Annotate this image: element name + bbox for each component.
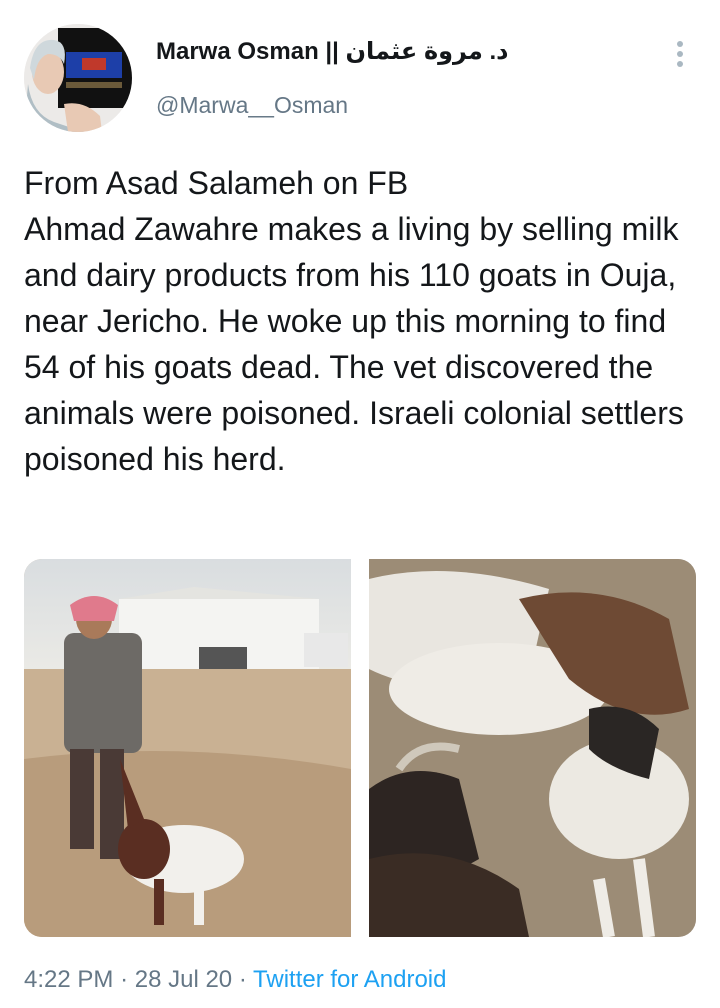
- user-info: Marwa Osman || د. مروة عثمان @Marwa__Osm…: [156, 36, 636, 120]
- more-vertical-icon: [677, 61, 683, 67]
- tweet-source-link[interactable]: Twitter for Android: [253, 966, 446, 993]
- meta-separator: ·: [120, 966, 129, 993]
- tweet-photo-dead-goats[interactable]: [369, 559, 696, 937]
- tweet-time: 4:22 PM: [24, 966, 114, 993]
- tweet-metadata: 4:22 PM · 28 Jul 20 · Twitter for Androi…: [24, 962, 446, 998]
- tweet-photo-man-with-goat[interactable]: [24, 559, 351, 937]
- more-vertical-icon: [677, 41, 683, 47]
- media-grid: [24, 559, 696, 937]
- tweet-text-line: Ahmad Zawahre makes a living by selling …: [24, 211, 684, 477]
- more-options-button[interactable]: [664, 38, 696, 70]
- tweet-card: Marwa Osman || د. مروة عثمان @Marwa__Osm…: [0, 0, 720, 1008]
- more-vertical-icon: [677, 51, 683, 57]
- display-name[interactable]: Marwa Osman || د. مروة عثمان: [156, 36, 636, 68]
- tweet-date: 28 Jul 20: [134, 966, 233, 993]
- meta-separator: ·: [238, 966, 247, 993]
- tweet-text: From Asad Salameh on FB Ahmad Zawahre ma…: [24, 160, 696, 482]
- avatar[interactable]: [24, 24, 132, 132]
- user-handle[interactable]: @Marwa__Osman: [156, 90, 636, 120]
- tweet-text-line: From Asad Salameh on FB: [24, 165, 409, 201]
